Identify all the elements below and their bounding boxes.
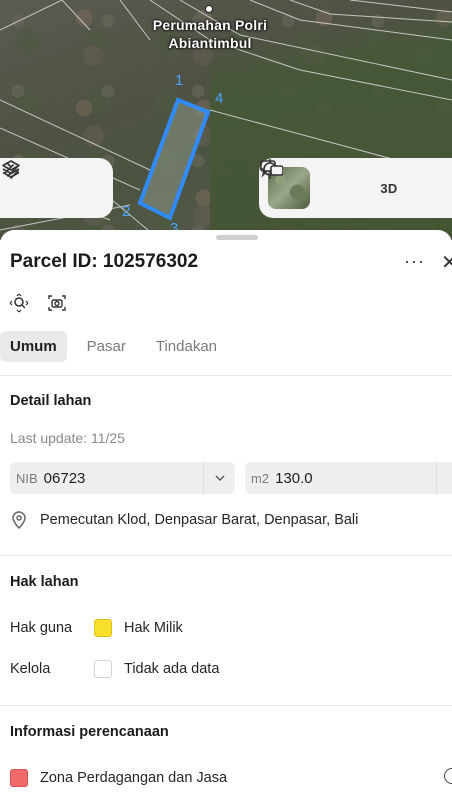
tab-pasar[interactable]: Pasar [77, 331, 136, 362]
detail-heading: Detail lahan [10, 393, 92, 409]
corner-number-2: 2 [122, 203, 131, 220]
info-icon[interactable] [444, 768, 452, 784]
parcel-tools [8, 292, 68, 314]
three-d-label: 3D [380, 180, 398, 196]
comment-button[interactable] [260, 160, 452, 209]
zoom-to-parcel-icon [9, 293, 29, 313]
rights-heading: Hak lahan [10, 574, 79, 590]
selected-parcel [137, 97, 211, 221]
area-dropdown-button[interactable] [436, 462, 452, 494]
area-field[interactable]: m2 130.0 [245, 462, 452, 494]
divider [0, 375, 452, 376]
nib-prefix: NIB [16, 470, 38, 486]
drag-handle[interactable] [216, 235, 258, 240]
message-icon [260, 160, 283, 178]
parcel-title: Parcel ID: 102576302 [10, 251, 199, 272]
map-view[interactable]: Perumahan Polri Abiantimbul 1 4 2 3 3D [0, 0, 452, 240]
more-options-button[interactable]: ··· [404, 251, 425, 272]
rights-label: Kelola [10, 661, 51, 677]
three-d-button[interactable]: 3D [366, 167, 412, 209]
last-update-text: Last update: 11/25 [10, 430, 125, 446]
parcel-detail-sheet: Parcel ID: 102576302 ··· ✕ Umum Pasar Ti… [0, 230, 452, 804]
area-prefix: m2 [251, 470, 270, 486]
place-label-line1: Perumahan Polri [152, 17, 268, 33]
chevron-down-icon [215, 475, 224, 481]
planning-heading: Informasi perencanaan [10, 724, 169, 740]
rights-row-kelola: Kelola Tidak ada data [10, 660, 219, 678]
area-value: 130.0 [275, 469, 313, 487]
color-swatch [94, 660, 112, 678]
rights-value: Tidak ada data [124, 661, 220, 677]
rights-value: Hak Milik [124, 620, 183, 636]
place-label: Perumahan Polri Abiantimbul [140, 16, 280, 52]
camera-icon [48, 295, 66, 311]
address-row: Pemecutan Klod, Denpasar Barat, Denpasar… [10, 510, 358, 530]
place-label-line2: Abiantimbul [168, 35, 252, 51]
color-swatch [94, 619, 112, 637]
nib-value: 06723 [43, 469, 86, 487]
address-text: Pemecutan Klod, Denpasar Barat, Denpasar… [40, 512, 359, 528]
zone-color-swatch [10, 769, 28, 787]
tab-tindakan[interactable]: Tindakan [146, 331, 227, 362]
divider [0, 555, 452, 556]
camera-button[interactable] [46, 292, 68, 314]
nib-dropdown-button[interactable] [203, 462, 235, 494]
rights-label: Hak guna [10, 620, 73, 636]
rights-row-hak-guna: Hak guna Hak Milik [10, 619, 183, 637]
close-button[interactable]: ✕ [441, 250, 452, 275]
location-pin-icon [12, 511, 26, 530]
nib-field[interactable]: NIB 06723 [10, 462, 235, 494]
divider [0, 705, 452, 706]
zone-label: Zona Perdagangan dan Jasa [40, 770, 228, 786]
zone-row: Zona Perdagangan dan Jasa [10, 769, 227, 787]
map-left-controls [0, 158, 113, 218]
locate-button[interactable] [260, 159, 366, 209]
corner-number-4: 4 [215, 90, 224, 107]
tab-umum[interactable]: Umum [0, 330, 67, 362]
corner-number-1: 1 [175, 72, 184, 89]
tab-bar: Umum Pasar Tindakan [0, 330, 237, 362]
zoom-to-parcel-button[interactable] [8, 292, 30, 314]
map-right-controls: 3D [259, 158, 452, 218]
place-marker [205, 5, 213, 13]
draw-icon [4, 162, 19, 179]
